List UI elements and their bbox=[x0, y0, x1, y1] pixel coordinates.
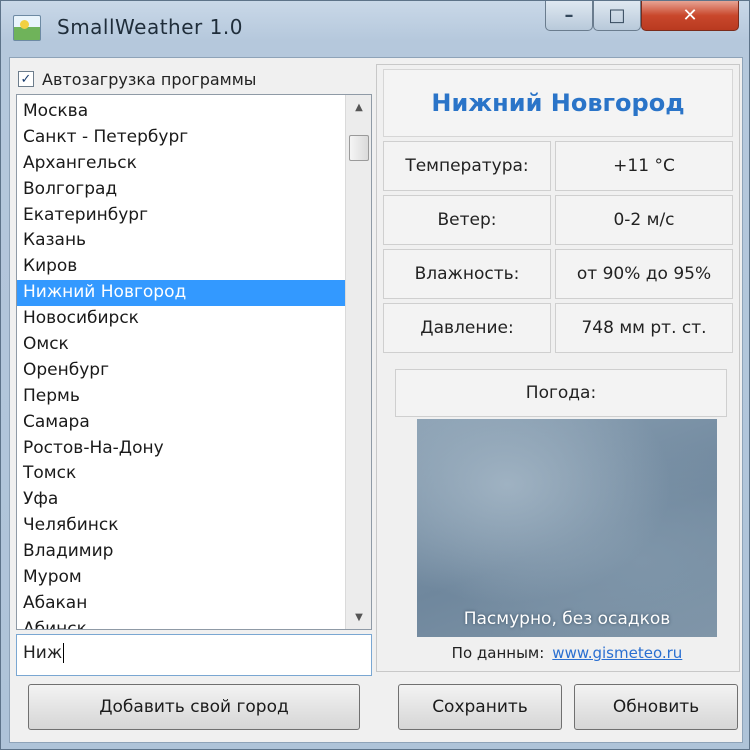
autoload-checkbox[interactable]: ✓ bbox=[18, 71, 34, 87]
maximize-button[interactable]: □ bbox=[593, 1, 641, 31]
pressure-value: 748 мм рт. ст. bbox=[555, 303, 733, 353]
humidity-label: Влажность: bbox=[383, 249, 551, 299]
pressure-label: Давление: bbox=[383, 303, 551, 353]
autoload-label: Автозагрузка программы bbox=[42, 69, 257, 89]
city-list-item[interactable]: Абинск bbox=[17, 617, 345, 629]
city-list-item[interactable]: Владимир bbox=[17, 539, 345, 565]
title-bar[interactable]: SmallWeather 1.0 – □ ✕ bbox=[1, 1, 749, 57]
scroll-down-arrow-icon[interactable]: ▼ bbox=[346, 605, 371, 629]
source-prefix: По данным: bbox=[451, 644, 545, 662]
city-list-item[interactable]: Томск bbox=[17, 461, 345, 487]
city-list-item[interactable]: Абакан bbox=[17, 591, 345, 617]
weather-sky-image: Пасмурно, без осадков bbox=[417, 419, 717, 637]
city-list-item[interactable]: Архангельск bbox=[17, 151, 345, 177]
city-list: Москва Санкт - Петербург Архангельск Волгог… bbox=[17, 99, 345, 629]
app-window: SmallWeather 1.0 – □ ✕ ✓ Автозагрузка пр… bbox=[0, 0, 750, 750]
city-list-item[interactable]: Новосибирск bbox=[17, 306, 345, 332]
data-source: По данным: www.gismeteo.ru bbox=[417, 641, 717, 665]
source-link[interactable]: www.gismeteo.ru bbox=[552, 644, 682, 662]
city-list-item[interactable]: Муром bbox=[17, 565, 345, 591]
city-list-item[interactable]: Челябинск bbox=[17, 513, 345, 539]
refresh-button[interactable]: Обновить bbox=[574, 684, 738, 730]
autoload-checkbox-row[interactable]: ✓ Автозагрузка программы bbox=[18, 68, 256, 90]
city-search-value: Ниж bbox=[23, 643, 63, 663]
city-list-item[interactable]: Киров bbox=[17, 254, 345, 280]
wind-value: 0-2 м/с bbox=[555, 195, 733, 245]
temperature-value: +11 °С bbox=[555, 141, 733, 191]
city-list-item[interactable]: Волгоград bbox=[17, 177, 345, 203]
client-area: ✓ Автозагрузка программы Москва Санкт - П… bbox=[9, 57, 743, 743]
minimize-button[interactable]: – bbox=[545, 1, 593, 31]
add-city-button[interactable]: Добавить свой город bbox=[28, 684, 360, 730]
city-list-item[interactable]: Ростов-На-Дону bbox=[17, 436, 345, 462]
temperature-label: Температура: bbox=[383, 141, 551, 191]
city-list-item[interactable]: Пермь bbox=[17, 384, 345, 410]
weather-section-label: Погода: bbox=[395, 369, 727, 417]
city-list-item[interactable]: Москва bbox=[17, 99, 345, 125]
wind-label: Ветер: bbox=[383, 195, 551, 245]
city-search-input[interactable]: Ниж bbox=[16, 634, 372, 676]
weather-city-title: Нижний Новгород bbox=[383, 69, 733, 137]
list-scrollbar[interactable]: ▲ ▼ bbox=[345, 95, 371, 629]
city-list-item[interactable]: Омск bbox=[17, 332, 345, 358]
city-list-item[interactable]: Нижний Новгород bbox=[17, 280, 345, 307]
city-list-item[interactable]: Екатеринбург bbox=[17, 203, 345, 229]
save-button[interactable]: Сохранить bbox=[398, 684, 562, 730]
city-list-item[interactable]: Самара bbox=[17, 410, 345, 436]
window-title: SmallWeather 1.0 bbox=[57, 15, 243, 39]
weather-description: Пасмурно, без осадков bbox=[463, 609, 671, 629]
city-list-item[interactable]: Казань bbox=[17, 228, 345, 254]
city-list-item[interactable]: Оренбург bbox=[17, 358, 345, 384]
city-list-item[interactable]: Уфа bbox=[17, 487, 345, 513]
weather-app-icon bbox=[13, 15, 41, 41]
scrollbar-thumb[interactable] bbox=[349, 135, 369, 161]
humidity-value: от 90% до 95% bbox=[555, 249, 733, 299]
city-list-item[interactable]: Санкт - Петербург bbox=[17, 125, 345, 151]
weather-panel: Нижний Новгород Температура: +11 °С Вете… bbox=[376, 64, 740, 672]
text-caret bbox=[63, 643, 65, 663]
city-listbox[interactable]: Москва Санкт - Петербург Архангельск Волгог… bbox=[16, 94, 372, 630]
close-button[interactable]: ✕ bbox=[641, 1, 739, 31]
scroll-up-arrow-icon[interactable]: ▲ bbox=[346, 95, 371, 119]
